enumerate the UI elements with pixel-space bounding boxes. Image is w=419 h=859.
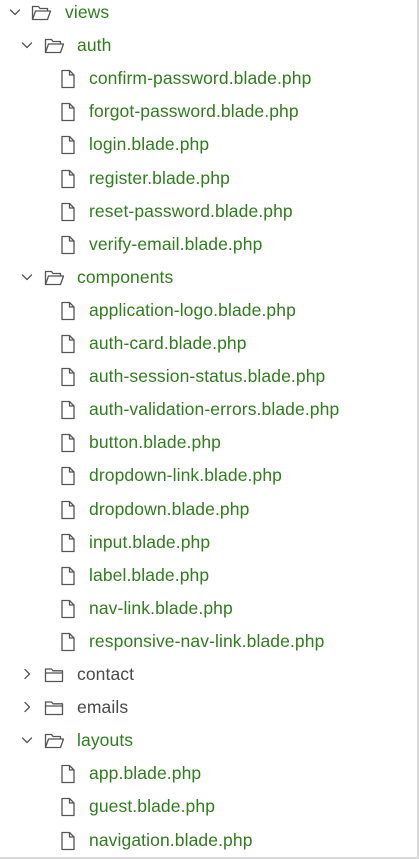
file-row[interactable]: navigation.blade.php: [0, 824, 419, 857]
file-row[interactable]: forgot-password.blade.php: [0, 95, 419, 128]
file-icon: [57, 234, 79, 256]
folder-label: auth: [77, 35, 112, 56]
chevron-down-icon[interactable]: [19, 269, 35, 285]
file-label: dropdown.blade.php: [89, 498, 250, 519]
folder-row-emails[interactable]: emails: [0, 691, 419, 724]
chevron-down-icon[interactable]: [7, 4, 23, 20]
file-row[interactable]: dropdown-link.blade.php: [0, 459, 419, 492]
folder-open-icon: [30, 2, 52, 24]
file-label: application-logo.blade.php: [89, 299, 296, 320]
folder-closed-icon: [43, 664, 65, 686]
file-label: register.blade.php: [89, 167, 230, 188]
file-row[interactable]: input.blade.php: [0, 526, 419, 559]
file-label: verify-email.blade.php: [89, 233, 263, 254]
file-row[interactable]: dropdown.blade.php: [0, 493, 419, 526]
file-label: login.blade.php: [89, 134, 210, 155]
file-icon: [57, 499, 79, 521]
folder-row-layouts[interactable]: layouts: [0, 724, 419, 757]
chevron-right-icon[interactable]: [19, 666, 35, 682]
chevron-down-icon[interactable]: [19, 37, 35, 53]
file-row[interactable]: auth-session-status.blade.php: [0, 360, 419, 393]
file-icon: [57, 465, 79, 487]
file-icon: [57, 631, 79, 653]
folder-open-icon: [43, 267, 65, 289]
file-icon: [57, 168, 79, 190]
file-icon: [57, 333, 79, 355]
folder-row-views[interactable]: views: [0, 0, 419, 29]
file-icon: [57, 366, 79, 388]
file-icon: [57, 532, 79, 554]
file-row[interactable]: label.blade.php: [0, 559, 419, 592]
file-icon: [57, 432, 79, 454]
file-label: label.blade.php: [89, 564, 210, 585]
file-row[interactable]: guest.blade.php: [0, 790, 419, 823]
file-label: app.blade.php: [89, 763, 202, 784]
file-row[interactable]: nav-link.blade.php: [0, 592, 419, 625]
folder-open-icon: [43, 730, 65, 752]
file-label: nav-link.blade.php: [89, 597, 233, 618]
file-icon: [57, 796, 79, 818]
file-row[interactable]: responsive-nav-link.blade.php: [0, 625, 419, 658]
file-icon: [57, 68, 79, 90]
folder-row-auth[interactable]: auth: [0, 29, 419, 62]
folder-label: components: [77, 266, 174, 287]
file-icon: [57, 201, 79, 223]
file-label: reset-password.blade.php: [89, 200, 293, 221]
file-row[interactable]: reset-password.blade.php: [0, 195, 419, 228]
file-label: navigation.blade.php: [89, 829, 253, 850]
file-label: guest.blade.php: [89, 796, 216, 817]
file-row[interactable]: verify-email.blade.php: [0, 228, 419, 261]
file-icon: [57, 399, 79, 421]
file-row[interactable]: auth-validation-errors.blade.php: [0, 393, 419, 426]
file-label: button.blade.php: [89, 432, 221, 453]
file-icon: [57, 134, 79, 156]
file-icon: [57, 598, 79, 620]
folder-row-contact[interactable]: contact: [0, 658, 419, 691]
chevron-right-icon[interactable]: [19, 699, 35, 715]
file-icon: [57, 565, 79, 587]
file-icon: [57, 763, 79, 785]
file-row[interactable]: register.blade.php: [0, 162, 419, 195]
file-row[interactable]: application-logo.blade.php: [0, 294, 419, 327]
file-label: dropdown-link.blade.php: [89, 465, 282, 486]
file-row[interactable]: confirm-password.blade.php: [0, 62, 419, 95]
file-row[interactable]: auth-card.blade.php: [0, 327, 419, 360]
file-row[interactable]: login.blade.php: [0, 128, 419, 161]
file-tree: views auth confirm-password.blade.php forgo…: [0, 0, 419, 859]
file-icon: [57, 101, 79, 123]
file-label: input.blade.php: [89, 531, 211, 552]
file-label: auth-validation-errors.blade.php: [89, 399, 340, 420]
file-icon: [57, 830, 79, 852]
file-label: forgot-password.blade.php: [89, 101, 299, 122]
folder-label: contact: [77, 664, 135, 684]
folder-label: views: [65, 2, 110, 22]
chevron-down-icon[interactable]: [19, 732, 35, 748]
file-label: responsive-nav-link.blade.php: [89, 630, 325, 651]
folder-label: layouts: [77, 730, 134, 751]
file-label: auth-session-status.blade.php: [89, 366, 326, 387]
file-row[interactable]: button.blade.php: [0, 426, 419, 459]
file-icon: [57, 300, 79, 322]
file-label: confirm-password.blade.php: [89, 68, 312, 89]
file-label: auth-card.blade.php: [89, 333, 247, 353]
file-row[interactable]: app.blade.php: [0, 757, 419, 790]
folder-row-components[interactable]: components: [0, 261, 419, 294]
folder-closed-icon: [43, 697, 65, 719]
folder-label: emails: [77, 697, 129, 718]
folder-open-icon: [43, 35, 65, 57]
